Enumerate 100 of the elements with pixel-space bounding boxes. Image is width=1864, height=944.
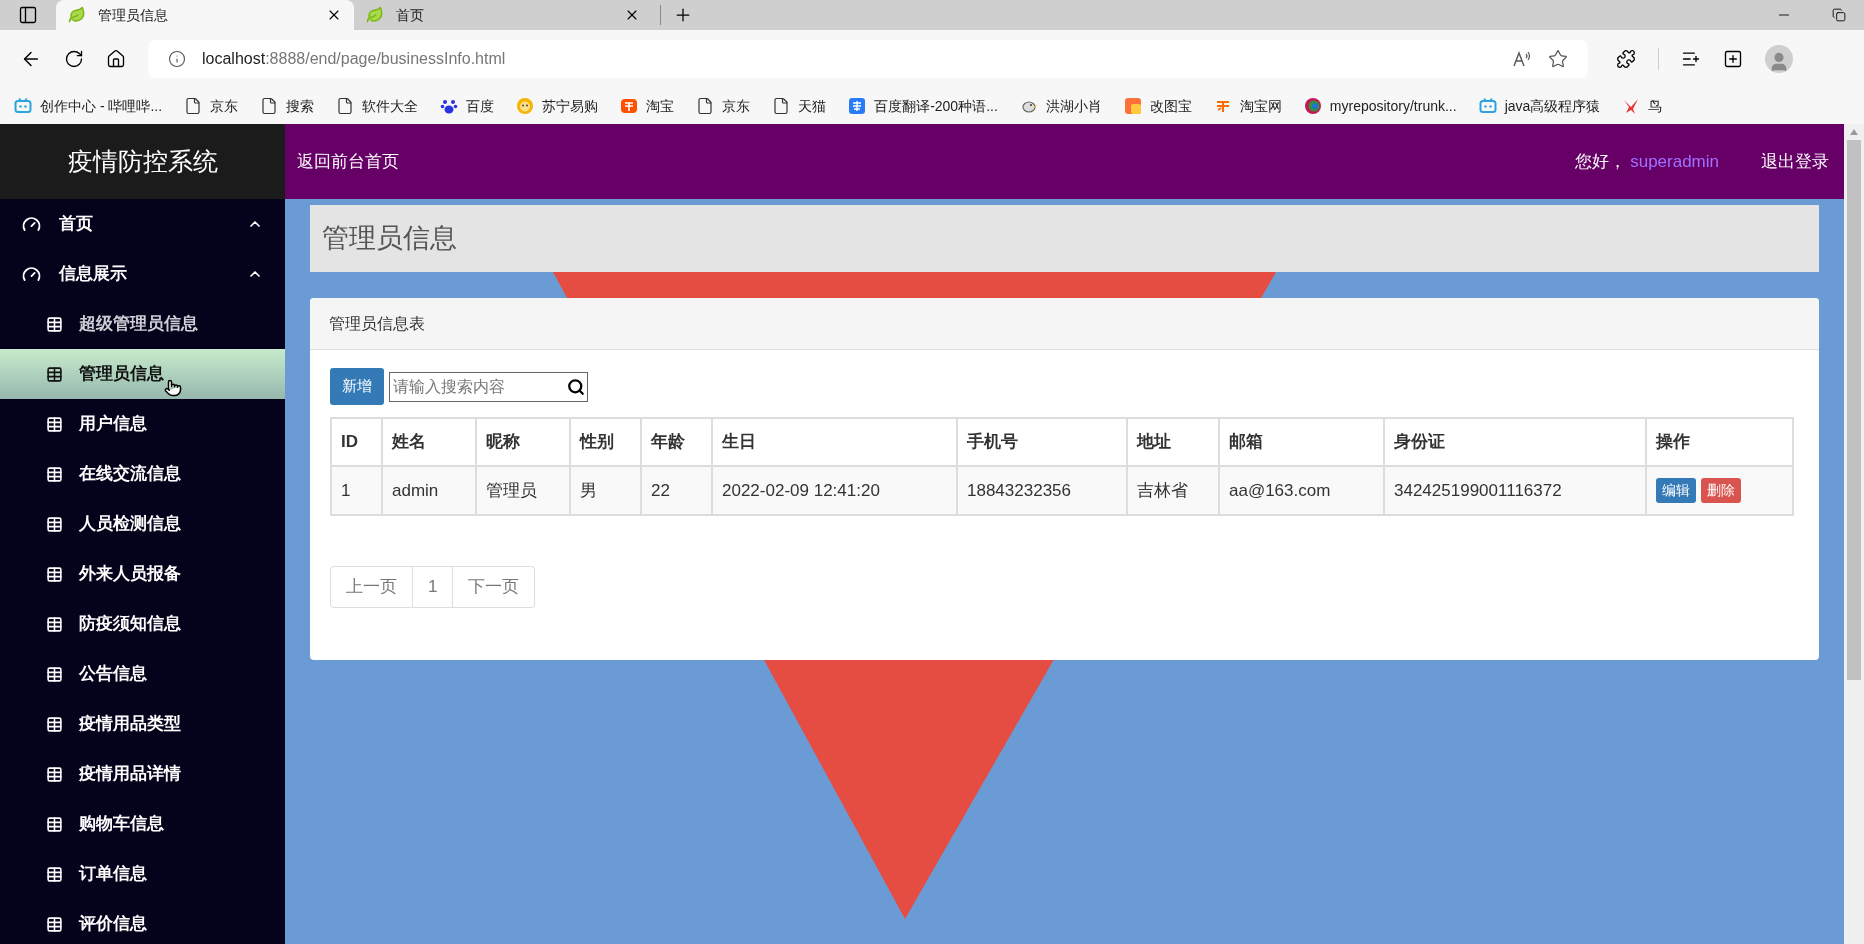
table-icon bbox=[46, 465, 63, 483]
leaf-icon bbox=[366, 6, 384, 24]
column-header: 生日 bbox=[712, 418, 957, 466]
bookmark[interactable]: 洪湖小肖 bbox=[1019, 95, 1102, 117]
column-header: 年龄 bbox=[641, 418, 712, 466]
read-aloud-icon[interactable] bbox=[1512, 49, 1532, 69]
table-icon bbox=[46, 765, 63, 783]
tv-icon bbox=[1478, 97, 1497, 115]
bookmark[interactable]: 搜索 bbox=[260, 95, 315, 117]
next-page-button[interactable]: 下一页 bbox=[453, 566, 536, 608]
menu-group[interactable]: 信息展示 bbox=[0, 249, 285, 299]
page-number-button[interactable]: 1 bbox=[413, 566, 454, 608]
table-cell: 男 bbox=[570, 466, 641, 515]
username-link[interactable]: superadmin bbox=[1630, 148, 1719, 175]
url-text: localhost:8888/end/page/businessInfo.html bbox=[202, 49, 507, 69]
table-icon bbox=[46, 315, 63, 333]
menu-item[interactable]: 管理员信息 bbox=[0, 349, 285, 399]
add-favorite-icon[interactable] bbox=[1548, 49, 1568, 69]
table-icon bbox=[46, 815, 63, 833]
bookmark[interactable]: 淘宝网 bbox=[1213, 95, 1282, 117]
swirl-icon bbox=[1303, 97, 1322, 115]
menu-item[interactable]: 外来人员报备 bbox=[0, 549, 285, 599]
search-field[interactable]: 请输入搜索内容 bbox=[389, 371, 588, 402]
page-icon bbox=[184, 97, 203, 115]
bookmark[interactable]: 百度 bbox=[440, 95, 495, 117]
logout-link[interactable]: 退出登录 bbox=[1761, 148, 1829, 175]
page-title: 管理员信息 bbox=[322, 222, 457, 256]
bookmark[interactable]: 天猫 bbox=[772, 95, 827, 117]
menu-item[interactable]: 公告信息 bbox=[0, 649, 285, 699]
address-bar[interactable]: localhost:8888/end/page/businessInfo.html bbox=[148, 40, 1588, 78]
table-cell: 2022-02-09 12:41:20 bbox=[712, 466, 957, 515]
table-icon bbox=[46, 665, 63, 683]
lion-face-icon bbox=[516, 97, 535, 115]
menu-item[interactable]: 订单信息 bbox=[0, 849, 285, 899]
menu-item[interactable]: 超级管理员信息 bbox=[0, 299, 285, 349]
prev-page-button[interactable]: 上一页 bbox=[330, 566, 413, 608]
bookmark[interactable]: 京东 bbox=[184, 95, 239, 117]
bookmark[interactable]: 苏宁易购 bbox=[516, 95, 599, 117]
table-cell: 342425199001116372 bbox=[1384, 466, 1646, 515]
edit-button[interactable]: 编辑 bbox=[1656, 478, 1696, 503]
system-title: 疫情防控系统 bbox=[67, 145, 218, 177]
bookmark[interactable]: 软件大全 bbox=[336, 95, 419, 117]
menu-item[interactable]: 用户信息 bbox=[0, 399, 285, 449]
delete-button[interactable]: 删除 bbox=[1701, 478, 1741, 503]
menu-item[interactable]: 人员检测信息 bbox=[0, 499, 285, 549]
column-header: 邮箱 bbox=[1219, 418, 1384, 466]
leaf-icon bbox=[68, 6, 86, 24]
table-cell: 吉林省 bbox=[1127, 466, 1219, 515]
sidebar-toggle-icon[interactable] bbox=[18, 5, 38, 25]
front-home-link[interactable]: 返回前台首页 bbox=[297, 148, 399, 175]
menu-item[interactable]: 购物车信息 bbox=[0, 799, 285, 849]
column-header: ID bbox=[331, 418, 382, 466]
info-icon bbox=[168, 50, 186, 68]
page-icon bbox=[772, 97, 791, 115]
tv-icon bbox=[14, 97, 32, 115]
column-header: 性别 bbox=[570, 418, 641, 466]
menu-item[interactable]: 疫情用品类型 bbox=[0, 699, 285, 749]
table-cell: admin bbox=[382, 466, 476, 515]
dashboard-icon bbox=[22, 264, 41, 284]
table-icon bbox=[46, 715, 63, 733]
scrollbar-thumb[interactable] bbox=[1847, 140, 1861, 680]
bookmark[interactable]: 京东 bbox=[696, 95, 751, 117]
table-cell: 22 bbox=[641, 466, 712, 515]
search-icon[interactable] bbox=[567, 377, 585, 396]
menu-item[interactable]: 评价信息 bbox=[0, 899, 285, 944]
refresh-icon[interactable] bbox=[64, 49, 84, 69]
tag-icon bbox=[620, 97, 639, 115]
menu-item[interactable]: 在线交流信息 bbox=[0, 449, 285, 499]
column-header: 操作 bbox=[1646, 418, 1793, 466]
bookmark[interactable]: 改图宝 bbox=[1123, 95, 1192, 117]
profile-avatar[interactable] bbox=[1765, 45, 1793, 73]
bookmark[interactable]: 淘宝 bbox=[620, 95, 675, 117]
menu-group[interactable]: 首页 bbox=[0, 199, 285, 249]
table-cell: 18843232356 bbox=[957, 466, 1127, 515]
add-button[interactable]: 新增 bbox=[330, 368, 384, 405]
column-header: 地址 bbox=[1127, 418, 1219, 466]
paw-icon bbox=[440, 97, 459, 115]
table-icon bbox=[46, 565, 63, 583]
bookmark[interactable]: myrepository/trunk... bbox=[1303, 95, 1457, 117]
restore-icon[interactable] bbox=[1832, 8, 1846, 22]
collections-icon[interactable] bbox=[1723, 49, 1743, 69]
extensions-icon[interactable] bbox=[1616, 49, 1636, 69]
bookmark[interactable]: 百度翻译-200种语... bbox=[848, 95, 998, 117]
table-icon bbox=[46, 915, 63, 933]
home-icon[interactable] bbox=[106, 49, 126, 69]
column-header: 昵称 bbox=[476, 418, 570, 466]
menu-item[interactable]: 防疫须知信息 bbox=[0, 599, 285, 649]
table-cell: 1 bbox=[331, 466, 382, 515]
bookmark[interactable]: 鸟 bbox=[1622, 95, 1663, 117]
table-cell: 管理员 bbox=[476, 466, 570, 515]
browser-tab[interactable]: 管理员信息 bbox=[56, 0, 354, 30]
bookmark[interactable]: java高级程序猿 bbox=[1478, 95, 1601, 117]
bookmark[interactable]: 创作中心 - 哔哩哔... bbox=[14, 95, 163, 117]
table-cell: aa@163.com bbox=[1219, 466, 1384, 515]
table-icon bbox=[46, 615, 63, 633]
menu-item[interactable]: 疫情用品详情 bbox=[0, 749, 285, 799]
table-icon bbox=[46, 515, 63, 533]
table-icon bbox=[46, 865, 63, 883]
scrollbar[interactable] bbox=[1844, 124, 1864, 944]
column-header: 手机号 bbox=[957, 418, 1127, 466]
